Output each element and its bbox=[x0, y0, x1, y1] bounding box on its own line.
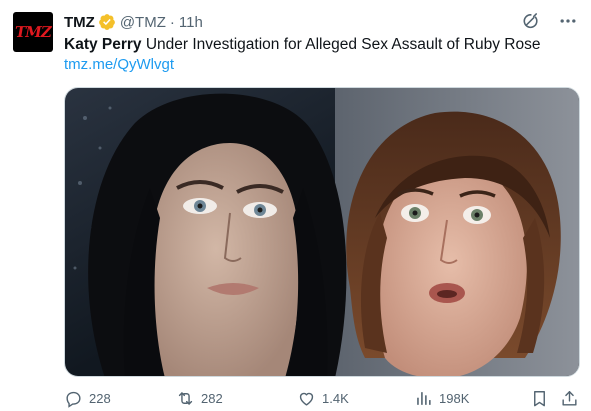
bookmark-icon bbox=[534, 391, 545, 407]
tweet-text: Katy Perry Under Investigation for Alleg… bbox=[64, 35, 540, 55]
views-icon bbox=[417, 392, 431, 405]
separator-dot: · bbox=[169, 13, 175, 31]
heart-icon bbox=[299, 392, 314, 406]
share-icon bbox=[562, 391, 577, 406]
reply-icon bbox=[66, 391, 81, 408]
author-name[interactable]: TMZ bbox=[64, 14, 95, 31]
share-button[interactable] bbox=[560, 389, 579, 408]
avatar[interactable]: TMZ bbox=[13, 12, 53, 52]
retweet-count: 282 bbox=[201, 391, 223, 406]
tweet-text-bold: Katy Perry bbox=[64, 36, 142, 53]
views-button[interactable]: 198K bbox=[414, 389, 469, 408]
tweet-time[interactable]: 11h bbox=[179, 14, 203, 31]
tweet-link[interactable]: tmz.me/QyWlvgt bbox=[64, 55, 174, 75]
views-count: 198K bbox=[439, 391, 470, 406]
media-photo bbox=[65, 88, 579, 376]
retweet-icon bbox=[178, 392, 193, 405]
like-button[interactable]: 1.4K bbox=[297, 389, 349, 408]
tweet-card[interactable]: TMZ TMZ @TMZ · 11h Katy Perry Under Inve… bbox=[0, 0, 591, 411]
more-icon[interactable] bbox=[557, 10, 579, 32]
tweet-media-image[interactable] bbox=[64, 87, 580, 377]
avatar-logo-text: TMZ bbox=[13, 23, 53, 41]
retweet-button[interactable]: 282 bbox=[176, 389, 223, 408]
tweet-actions: 228 282 1.4K 198K bbox=[64, 389, 580, 411]
reply-button[interactable]: 228 bbox=[64, 389, 111, 408]
top-actions bbox=[519, 10, 579, 32]
reply-count: 228 bbox=[89, 391, 111, 406]
like-count: 1.4K bbox=[322, 391, 349, 406]
bookmark-button[interactable] bbox=[530, 389, 549, 408]
verified-badge-icon bbox=[98, 14, 115, 30]
author-handle[interactable]: @TMZ bbox=[120, 14, 166, 31]
grok-icon[interactable] bbox=[519, 10, 541, 32]
tweet-text-body: Under Investigation for Alleged Sex Assa… bbox=[141, 36, 541, 53]
tweet-header: TMZ @TMZ · 11h bbox=[64, 12, 203, 32]
